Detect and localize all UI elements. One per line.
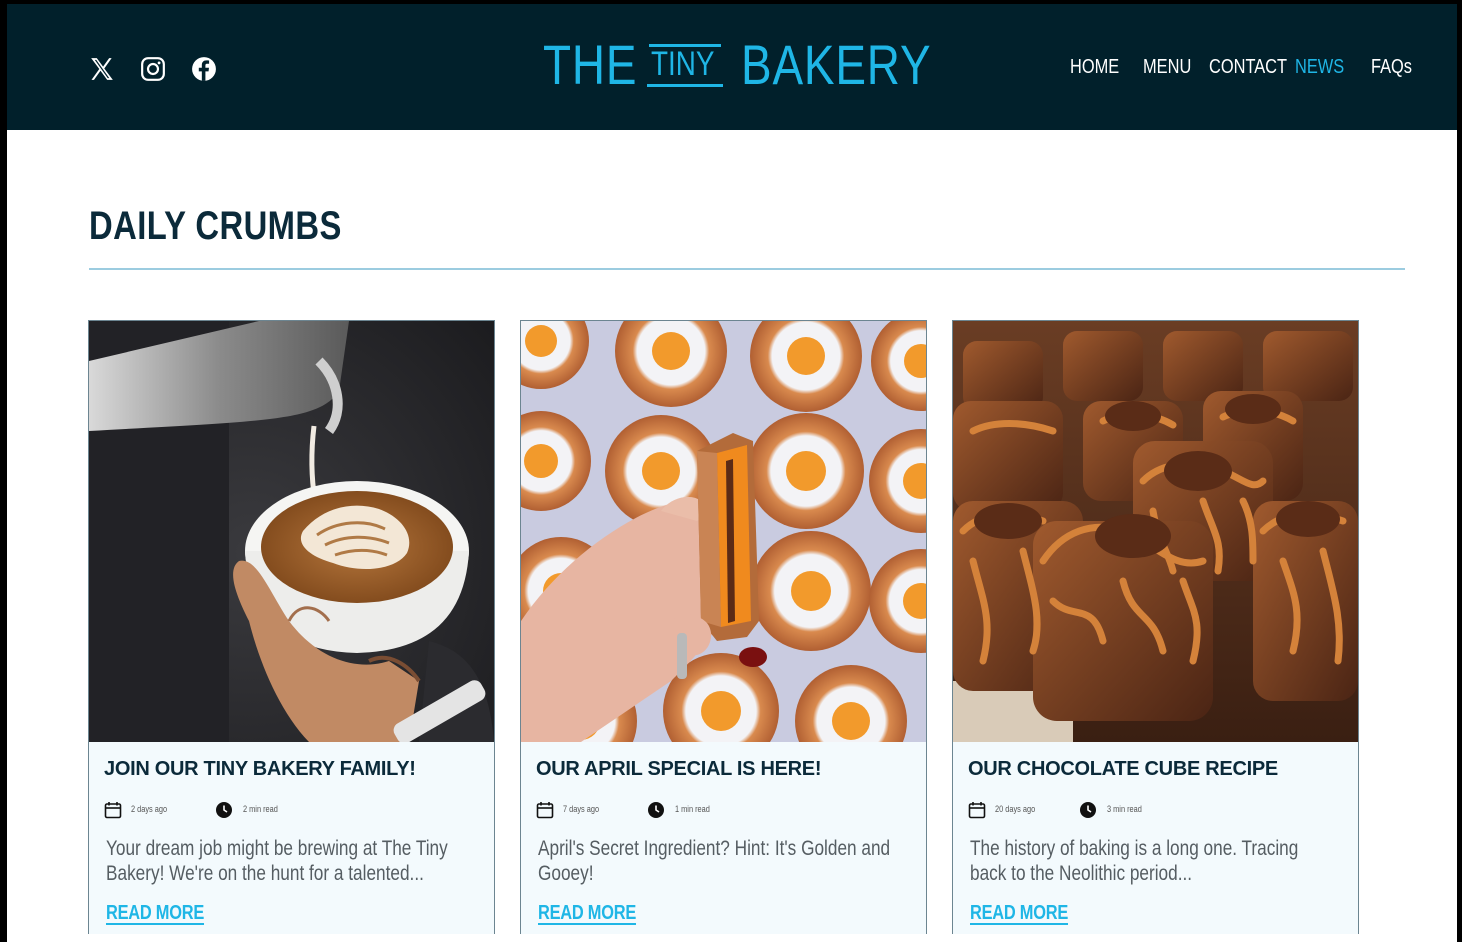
site-header: THE TINY BAKERY HOME MENU CONTACT NEWS F… (7, 4, 1457, 130)
clock-icon (648, 802, 664, 818)
latte-art-pour-photo[interactable] (89, 321, 494, 742)
card-excerpt: Your dream job might be brewing at The T… (106, 836, 450, 886)
card-title[interactable]: OUR CHOCOLATE CUBE RECIPE (968, 758, 1278, 781)
card-read-time: 3 min read (1107, 804, 1142, 814)
news-card[interactable]: JOIN OUR TINY BAKERY FAMILY! 2 days ago … (88, 320, 495, 934)
nav-menu[interactable]: MENU (1143, 56, 1191, 79)
calendar-icon (104, 802, 122, 819)
card-read-time: 2 min read (243, 804, 278, 814)
clock-icon (216, 802, 232, 818)
excerpt-line: Gooey! (538, 862, 594, 885)
excerpt-line: back to the Neolithic period... (970, 862, 1193, 885)
card-meta: 20 days ago 3 min read (968, 800, 1348, 820)
read-more-link[interactable]: READ MORE (538, 902, 636, 925)
title-divider (89, 268, 1405, 270)
nav-news[interactable]: NEWS (1295, 56, 1344, 79)
logo-tiny-overline (649, 44, 721, 47)
nav-home[interactable]: HOME (1070, 56, 1119, 79)
read-more-link[interactable]: READ MORE (970, 902, 1068, 925)
card-date: 20 days ago (995, 804, 1036, 814)
clock-icon (1080, 802, 1096, 818)
calendar-icon (968, 802, 986, 819)
excerpt-line: The history of baking is a long one. Tra… (970, 837, 1299, 860)
egg-pastries-photo[interactable] (521, 321, 926, 742)
calendar-icon (536, 802, 554, 819)
read-more-link[interactable]: READ MORE (106, 902, 204, 925)
card-title[interactable]: OUR APRIL SPECIAL IS HERE! (536, 758, 822, 781)
nav-contact[interactable]: CONTACT (1209, 56, 1287, 79)
page-title: DAILY CRUMBS (89, 204, 342, 248)
card-body: JOIN OUR TINY BAKERY FAMILY! 2 days ago … (89, 742, 494, 934)
excerpt-line: April's Secret Ingredient? Hint: It's Go… (538, 837, 891, 860)
card-title[interactable]: JOIN OUR TINY BAKERY FAMILY! (104, 758, 416, 781)
card-body: OUR CHOCOLATE CUBE RECIPE 20 days ago 3 … (953, 742, 1358, 934)
chocolate-cube-pastries-photo[interactable] (953, 321, 1358, 742)
news-card[interactable]: OUR APRIL SPECIAL IS HERE! 7 days ago 1 … (520, 320, 927, 934)
page: THE TINY BAKERY HOME MENU CONTACT NEWS F… (7, 4, 1457, 942)
excerpt-line: Bakery! We're on the hunt for a talented… (106, 862, 424, 885)
card-date: 2 days ago (131, 804, 168, 814)
card-meta: 7 days ago 1 min read (536, 800, 916, 820)
card-date: 7 days ago (563, 804, 600, 814)
card-read-time: 1 min read (675, 804, 710, 814)
nav-faqs[interactable]: FAQs (1371, 56, 1412, 79)
news-card[interactable]: OUR CHOCOLATE CUBE RECIPE 20 days ago 3 … (952, 320, 1359, 934)
card-excerpt: April's Secret Ingredient? Hint: It's Go… (538, 836, 891, 886)
card-body: OUR APRIL SPECIAL IS HERE! 7 days ago 1 … (521, 742, 926, 934)
excerpt-line: Your dream job might be brewing at The T… (106, 837, 448, 860)
main-nav: HOME MENU CONTACT NEWS FAQs (7, 56, 1457, 86)
card-meta: 2 days ago 2 min read (104, 800, 484, 820)
card-excerpt: The history of baking is a long one. Tra… (970, 836, 1314, 886)
